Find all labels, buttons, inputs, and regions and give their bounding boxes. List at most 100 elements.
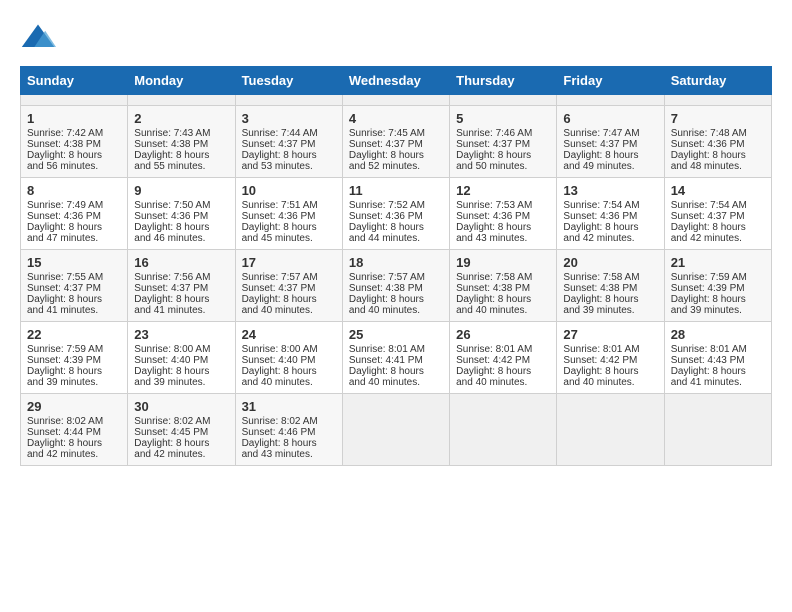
calendar-cell: 1 Sunrise: 7:42 AM Sunset: 4:38 PM Dayli… bbox=[21, 106, 128, 178]
daylight-label: Daylight: 8 hours and 39 minutes. bbox=[671, 294, 746, 316]
sunset-label: Sunset: 4:40 PM bbox=[242, 355, 316, 366]
sunrise-label: Sunrise: 8:01 AM bbox=[456, 344, 532, 355]
sunset-label: Sunset: 4:45 PM bbox=[134, 427, 208, 438]
sunset-label: Sunset: 4:38 PM bbox=[563, 283, 637, 294]
day-number: 14 bbox=[671, 183, 765, 198]
day-number: 24 bbox=[242, 327, 336, 342]
daylight-label: Daylight: 8 hours and 42 minutes. bbox=[134, 438, 209, 460]
day-number: 31 bbox=[242, 399, 336, 414]
daylight-label: Daylight: 8 hours and 47 minutes. bbox=[27, 222, 102, 244]
calendar-week-row: 22 Sunrise: 7:59 AM Sunset: 4:39 PM Dayl… bbox=[21, 322, 772, 394]
daylight-label: Daylight: 8 hours and 52 minutes. bbox=[349, 150, 424, 172]
sunrise-label: Sunrise: 7:57 AM bbox=[349, 272, 425, 283]
calendar-cell: 9 Sunrise: 7:50 AM Sunset: 4:36 PM Dayli… bbox=[128, 178, 235, 250]
day-number: 1 bbox=[27, 111, 121, 126]
sunset-label: Sunset: 4:38 PM bbox=[27, 139, 101, 150]
day-number: 3 bbox=[242, 111, 336, 126]
day-number: 7 bbox=[671, 111, 765, 126]
daylight-label: Daylight: 8 hours and 56 minutes. bbox=[27, 150, 102, 172]
calendar-cell bbox=[450, 394, 557, 466]
sunset-label: Sunset: 4:36 PM bbox=[27, 211, 101, 222]
calendar-cell: 24 Sunrise: 8:00 AM Sunset: 4:40 PM Dayl… bbox=[235, 322, 342, 394]
calendar-cell: 12 Sunrise: 7:53 AM Sunset: 4:36 PM Dayl… bbox=[450, 178, 557, 250]
sunset-label: Sunset: 4:43 PM bbox=[671, 355, 745, 366]
daylight-label: Daylight: 8 hours and 39 minutes. bbox=[134, 366, 209, 388]
sunset-label: Sunset: 4:36 PM bbox=[671, 139, 745, 150]
sunrise-label: Sunrise: 8:01 AM bbox=[671, 344, 747, 355]
day-number: 8 bbox=[27, 183, 121, 198]
sunrise-label: Sunrise: 7:51 AM bbox=[242, 200, 318, 211]
daylight-label: Daylight: 8 hours and 49 minutes. bbox=[563, 150, 638, 172]
daylight-label: Daylight: 8 hours and 40 minutes. bbox=[349, 294, 424, 316]
sunset-label: Sunset: 4:37 PM bbox=[134, 283, 208, 294]
daylight-label: Daylight: 8 hours and 42 minutes. bbox=[27, 438, 102, 460]
day-number: 23 bbox=[134, 327, 228, 342]
day-number: 16 bbox=[134, 255, 228, 270]
day-number: 6 bbox=[563, 111, 657, 126]
day-number: 20 bbox=[563, 255, 657, 270]
sunrise-label: Sunrise: 7:48 AM bbox=[671, 128, 747, 139]
day-number: 21 bbox=[671, 255, 765, 270]
sunrise-label: Sunrise: 8:02 AM bbox=[242, 416, 318, 427]
day-number: 17 bbox=[242, 255, 336, 270]
sunset-label: Sunset: 4:37 PM bbox=[671, 211, 745, 222]
day-number: 29 bbox=[27, 399, 121, 414]
calendar-cell: 13 Sunrise: 7:54 AM Sunset: 4:36 PM Dayl… bbox=[557, 178, 664, 250]
calendar-cell: 10 Sunrise: 7:51 AM Sunset: 4:36 PM Dayl… bbox=[235, 178, 342, 250]
day-number: 10 bbox=[242, 183, 336, 198]
daylight-label: Daylight: 8 hours and 55 minutes. bbox=[134, 150, 209, 172]
calendar-cell: 7 Sunrise: 7:48 AM Sunset: 4:36 PM Dayli… bbox=[664, 106, 771, 178]
col-header-thursday: Thursday bbox=[450, 67, 557, 95]
calendar-cell bbox=[235, 95, 342, 106]
daylight-label: Daylight: 8 hours and 40 minutes. bbox=[349, 366, 424, 388]
calendar-cell: 21 Sunrise: 7:59 AM Sunset: 4:39 PM Dayl… bbox=[664, 250, 771, 322]
day-number: 13 bbox=[563, 183, 657, 198]
daylight-label: Daylight: 8 hours and 39 minutes. bbox=[563, 294, 638, 316]
col-header-monday: Monday bbox=[128, 67, 235, 95]
calendar-cell bbox=[557, 394, 664, 466]
calendar-cell: 2 Sunrise: 7:43 AM Sunset: 4:38 PM Dayli… bbox=[128, 106, 235, 178]
calendar-cell: 16 Sunrise: 7:56 AM Sunset: 4:37 PM Dayl… bbox=[128, 250, 235, 322]
calendar-cell bbox=[557, 95, 664, 106]
sunrise-label: Sunrise: 8:01 AM bbox=[349, 344, 425, 355]
sunrise-label: Sunrise: 8:00 AM bbox=[242, 344, 318, 355]
calendar-cell: 18 Sunrise: 7:57 AM Sunset: 4:38 PM Dayl… bbox=[342, 250, 449, 322]
sunset-label: Sunset: 4:41 PM bbox=[349, 355, 423, 366]
sunrise-label: Sunrise: 7:50 AM bbox=[134, 200, 210, 211]
daylight-label: Daylight: 8 hours and 44 minutes. bbox=[349, 222, 424, 244]
logo bbox=[20, 20, 60, 56]
sunrise-label: Sunrise: 7:46 AM bbox=[456, 128, 532, 139]
sunset-label: Sunset: 4:36 PM bbox=[134, 211, 208, 222]
sunrise-label: Sunrise: 7:45 AM bbox=[349, 128, 425, 139]
col-header-tuesday: Tuesday bbox=[235, 67, 342, 95]
sunset-label: Sunset: 4:37 PM bbox=[242, 283, 316, 294]
sunset-label: Sunset: 4:36 PM bbox=[242, 211, 316, 222]
calendar-cell: 15 Sunrise: 7:55 AM Sunset: 4:37 PM Dayl… bbox=[21, 250, 128, 322]
sunset-label: Sunset: 4:36 PM bbox=[456, 211, 530, 222]
sunrise-label: Sunrise: 8:02 AM bbox=[27, 416, 103, 427]
calendar-week-row: 29 Sunrise: 8:02 AM Sunset: 4:44 PM Dayl… bbox=[21, 394, 772, 466]
sunrise-label: Sunrise: 7:42 AM bbox=[27, 128, 103, 139]
sunrise-label: Sunrise: 7:56 AM bbox=[134, 272, 210, 283]
day-number: 2 bbox=[134, 111, 228, 126]
calendar-cell: 22 Sunrise: 7:59 AM Sunset: 4:39 PM Dayl… bbox=[21, 322, 128, 394]
sunset-label: Sunset: 4:38 PM bbox=[134, 139, 208, 150]
calendar-cell: 19 Sunrise: 7:58 AM Sunset: 4:38 PM Dayl… bbox=[450, 250, 557, 322]
daylight-label: Daylight: 8 hours and 41 minutes. bbox=[27, 294, 102, 316]
calendar-week-row: 8 Sunrise: 7:49 AM Sunset: 4:36 PM Dayli… bbox=[21, 178, 772, 250]
sunrise-label: Sunrise: 7:49 AM bbox=[27, 200, 103, 211]
sunrise-label: Sunrise: 7:43 AM bbox=[134, 128, 210, 139]
calendar-cell bbox=[664, 394, 771, 466]
calendar-cell: 27 Sunrise: 8:01 AM Sunset: 4:42 PM Dayl… bbox=[557, 322, 664, 394]
sunrise-label: Sunrise: 7:54 AM bbox=[671, 200, 747, 211]
sunrise-label: Sunrise: 7:59 AM bbox=[671, 272, 747, 283]
sunset-label: Sunset: 4:37 PM bbox=[27, 283, 101, 294]
calendar-table: SundayMondayTuesdayWednesdayThursdayFrid… bbox=[20, 66, 772, 466]
day-number: 27 bbox=[563, 327, 657, 342]
sunrise-label: Sunrise: 8:01 AM bbox=[563, 344, 639, 355]
daylight-label: Daylight: 8 hours and 40 minutes. bbox=[242, 366, 317, 388]
day-number: 26 bbox=[456, 327, 550, 342]
sunrise-label: Sunrise: 7:58 AM bbox=[563, 272, 639, 283]
daylight-label: Daylight: 8 hours and 48 minutes. bbox=[671, 150, 746, 172]
sunset-label: Sunset: 4:44 PM bbox=[27, 427, 101, 438]
